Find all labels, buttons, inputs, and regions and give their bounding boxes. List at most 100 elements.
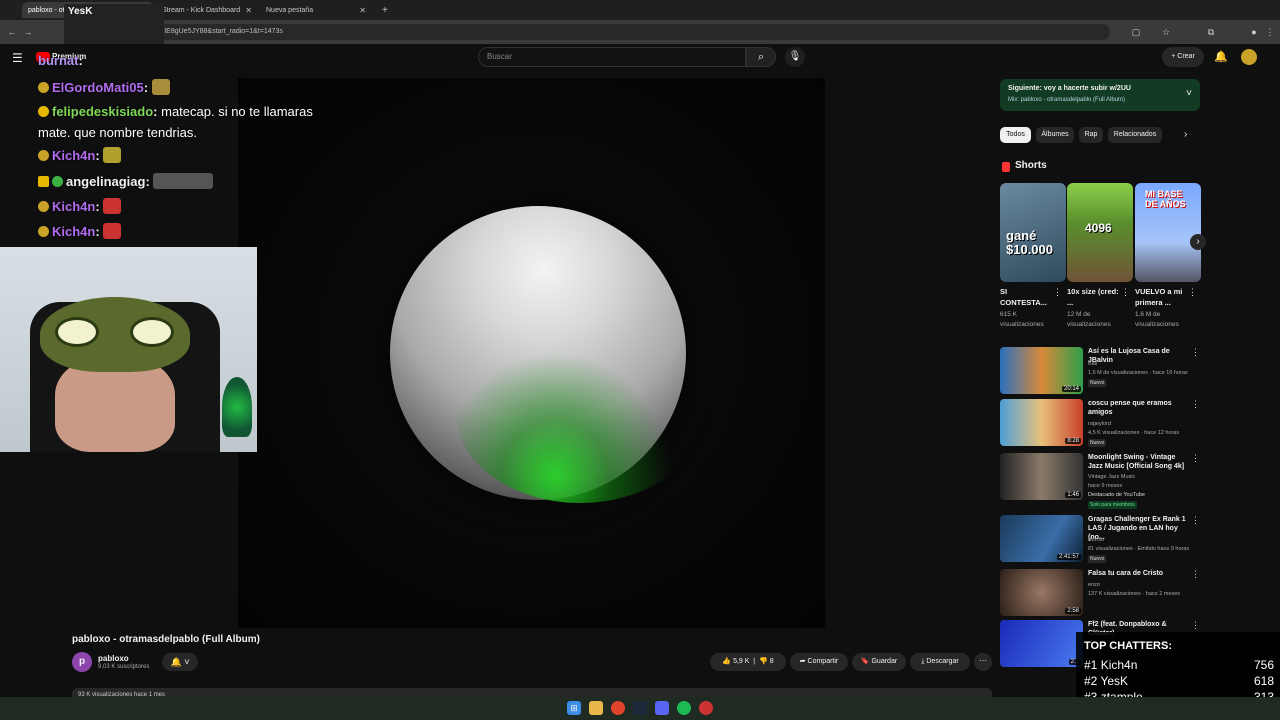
badge-icon (38, 201, 49, 212)
chip-relacionados[interactable]: Relacionados (1108, 127, 1162, 143)
chevron-right-icon[interactable]: › (1184, 129, 1187, 140)
short-views: 12 M de visualizaciones (1067, 311, 1111, 328)
create-button[interactable]: + Crear (1162, 47, 1204, 67)
kebab-icon[interactable]: ⋮ (1191, 515, 1200, 526)
video-thumbnail[interactable]: 2:41:57 (1000, 515, 1083, 562)
subscriber-count: 9,03 K suscriptores (98, 664, 150, 670)
profile-icon[interactable]: ● (1248, 26, 1260, 38)
chrome-icon[interactable] (611, 701, 625, 715)
up-next-box[interactable]: Siguiente: voy a hacerte subir w/2UU Mix… (1000, 79, 1200, 111)
chip-todos[interactable]: Todos (1000, 127, 1031, 143)
chat-line: felipedeskisiado: matecap. si no te llam… (38, 103, 313, 121)
video-duration: 20:14 (1061, 386, 1081, 392)
chip-albumes[interactable]: Álbumes (1036, 127, 1074, 143)
new-badge: Nuevo (1088, 439, 1107, 447)
notification-bell-button[interactable]: 🔔 ˅ (162, 653, 198, 671)
save-button[interactable]: 🔖 Guardar (852, 653, 906, 671)
chip-rap[interactable]: Rap (1079, 127, 1103, 143)
related-channel[interactable]: rageylord (1088, 420, 1196, 428)
puzzle-icon[interactable]: ⧉ (1205, 26, 1217, 38)
related-video-item[interactable]: 1:46 Moonlight Swing - Vintage Jazz Musi… (1000, 453, 1200, 511)
video-thumbnail[interactable]: 20:14 (1000, 347, 1083, 394)
related-meta: hace 9 meses (1088, 483, 1123, 489)
tab-new[interactable]: Nueva pestaña ✕ (260, 2, 372, 18)
spotify-icon[interactable] (677, 701, 691, 715)
discord-icon[interactable] (655, 701, 669, 715)
bell-icon[interactable]: 🔔 (1214, 50, 1228, 63)
address-bar-row: Ue5JY88&list=RDIE8gUe5JY88&start_radio=1… (0, 20, 1280, 44)
video-thumbnail[interactable]: 1:46 (1000, 453, 1083, 500)
chat-user: Kich4n (52, 224, 96, 239)
video-thumbnail[interactable]: 2:1 (1000, 620, 1083, 667)
back-icon[interactable]: ← (6, 26, 18, 38)
forward-icon[interactable]: → (22, 26, 34, 38)
extension-icon[interactable]: ▢ (1130, 26, 1142, 38)
related-video-item[interactable]: 2:58 Falsa tu cara de Cristo enzo 137 K … (1000, 569, 1200, 617)
short-thumbnail[interactable]: gané $10.000 (1000, 183, 1066, 282)
chatter-name: Kich4n (1100, 658, 1138, 672)
chat-message: matecap. si no te llamaras (161, 104, 313, 119)
more-actions-icon[interactable]: ⋯ (974, 653, 992, 671)
share-button[interactable]: ➦ Compartir (790, 653, 848, 671)
close-icon[interactable]: ✕ (359, 6, 366, 15)
channel-name[interactable]: pabloxo (98, 654, 129, 663)
new-tab-icon[interactable]: + (376, 2, 390, 18)
hamburger-icon[interactable]: ☰ (12, 51, 23, 65)
related-channel[interactable]: enzo (1088, 581, 1196, 589)
chevron-right-icon[interactable]: › (1190, 234, 1206, 250)
steam-icon[interactable] (633, 701, 647, 715)
new-badge: Nuevo (1088, 379, 1107, 387)
shorts-icon (1002, 162, 1010, 172)
like-icon[interactable]: 👍 (722, 658, 731, 665)
kebab-icon[interactable]: ⋮ (1191, 620, 1200, 631)
search-input[interactable]: Buscar (478, 47, 746, 67)
avatar[interactable] (1241, 49, 1257, 65)
streamer-overlay-badge: YesK (64, 4, 164, 48)
kebab-icon[interactable]: ⋮ (1188, 287, 1197, 298)
short-thumbnail[interactable]: MI BASE DE AÑOS (1135, 183, 1201, 282)
tab-kick-dashboard[interactable]: Stream - Kick Dashboard ✕ (156, 2, 258, 18)
related-video-item[interactable]: 20:14 Así es la Lujosa Casa de JBalvin B… (1000, 347, 1200, 395)
windows-start-icon[interactable]: ⊞ (567, 701, 581, 715)
menu-icon[interactable]: ⋮ (1264, 26, 1276, 38)
short-title[interactable]: SI CONTESTA... (1000, 286, 1056, 308)
short-title[interactable]: 10x size (cred: ... (1067, 286, 1123, 308)
chat-user: angelinagiag (66, 174, 146, 189)
video-thumbnail[interactable]: 2:58 (1000, 569, 1083, 616)
short-thumbnail[interactable]: 4096 (1067, 183, 1133, 282)
kebab-icon[interactable]: ⋮ (1121, 287, 1130, 298)
kebab-icon[interactable]: ⋮ (1191, 399, 1200, 410)
search-icon[interactable]: ⌕ (746, 47, 776, 67)
related-title[interactable]: coscu pense que eramos amigos (1088, 399, 1188, 417)
chat-user: Kich4n (52, 199, 96, 214)
bookmark-icon[interactable]: ☆ (1160, 26, 1172, 38)
kebab-icon[interactable]: ⋮ (1191, 569, 1200, 580)
related-video-item[interactable]: 8:28 coscu pense que eramos amigos ragey… (1000, 399, 1200, 447)
kebab-icon[interactable]: ⋮ (1191, 347, 1200, 358)
chat-line: burnat: (38, 53, 83, 68)
short-title[interactable]: VUELVO a mi primera ... (1135, 286, 1191, 308)
video-thumbnail[interactable]: 8:28 (1000, 399, 1083, 446)
file-explorer-icon[interactable] (589, 701, 603, 715)
tab-label: Nueva pestaña (266, 6, 314, 14)
related-channel[interactable]: Bali (1088, 360, 1196, 368)
related-title[interactable]: Moonlight Swing - Vintage Jazz Music [Of… (1088, 453, 1188, 471)
close-icon[interactable]: ✕ (245, 6, 252, 15)
related-channel[interactable]: Vintage Jazz Music (1088, 473, 1196, 481)
kebab-icon[interactable]: ⋮ (1191, 453, 1200, 464)
mic-icon[interactable]: 🎙 (785, 47, 805, 67)
channel-avatar[interactable]: p (72, 652, 92, 672)
related-title[interactable]: Falsa tu cara de Cristo (1088, 569, 1188, 578)
kebab-icon[interactable]: ⋮ (1053, 287, 1062, 298)
related-channel[interactable]: Burrito (1088, 536, 1196, 544)
chevron-down-icon[interactable]: ˅ (1186, 88, 1192, 99)
related-video-item[interactable]: 2:41:57 Gragas Challenger Ex Rank 1 LAS … (1000, 515, 1200, 563)
video-title: pabloxo - otramasdelpablo (Full Album) (72, 634, 260, 645)
obs-icon[interactable] (699, 701, 713, 715)
video-duration: 2:41:57 (1056, 554, 1081, 560)
download-button[interactable]: ⤓ Descargar (910, 653, 970, 671)
chatter-name: YesK (1100, 674, 1129, 688)
url-field[interactable]: Ue5JY88&list=RDIE8gUe5JY88&start_radio=1… (100, 24, 1110, 40)
video-duration: 1:46 (1065, 492, 1081, 498)
dislike-icon[interactable]: 👎 (759, 658, 768, 665)
